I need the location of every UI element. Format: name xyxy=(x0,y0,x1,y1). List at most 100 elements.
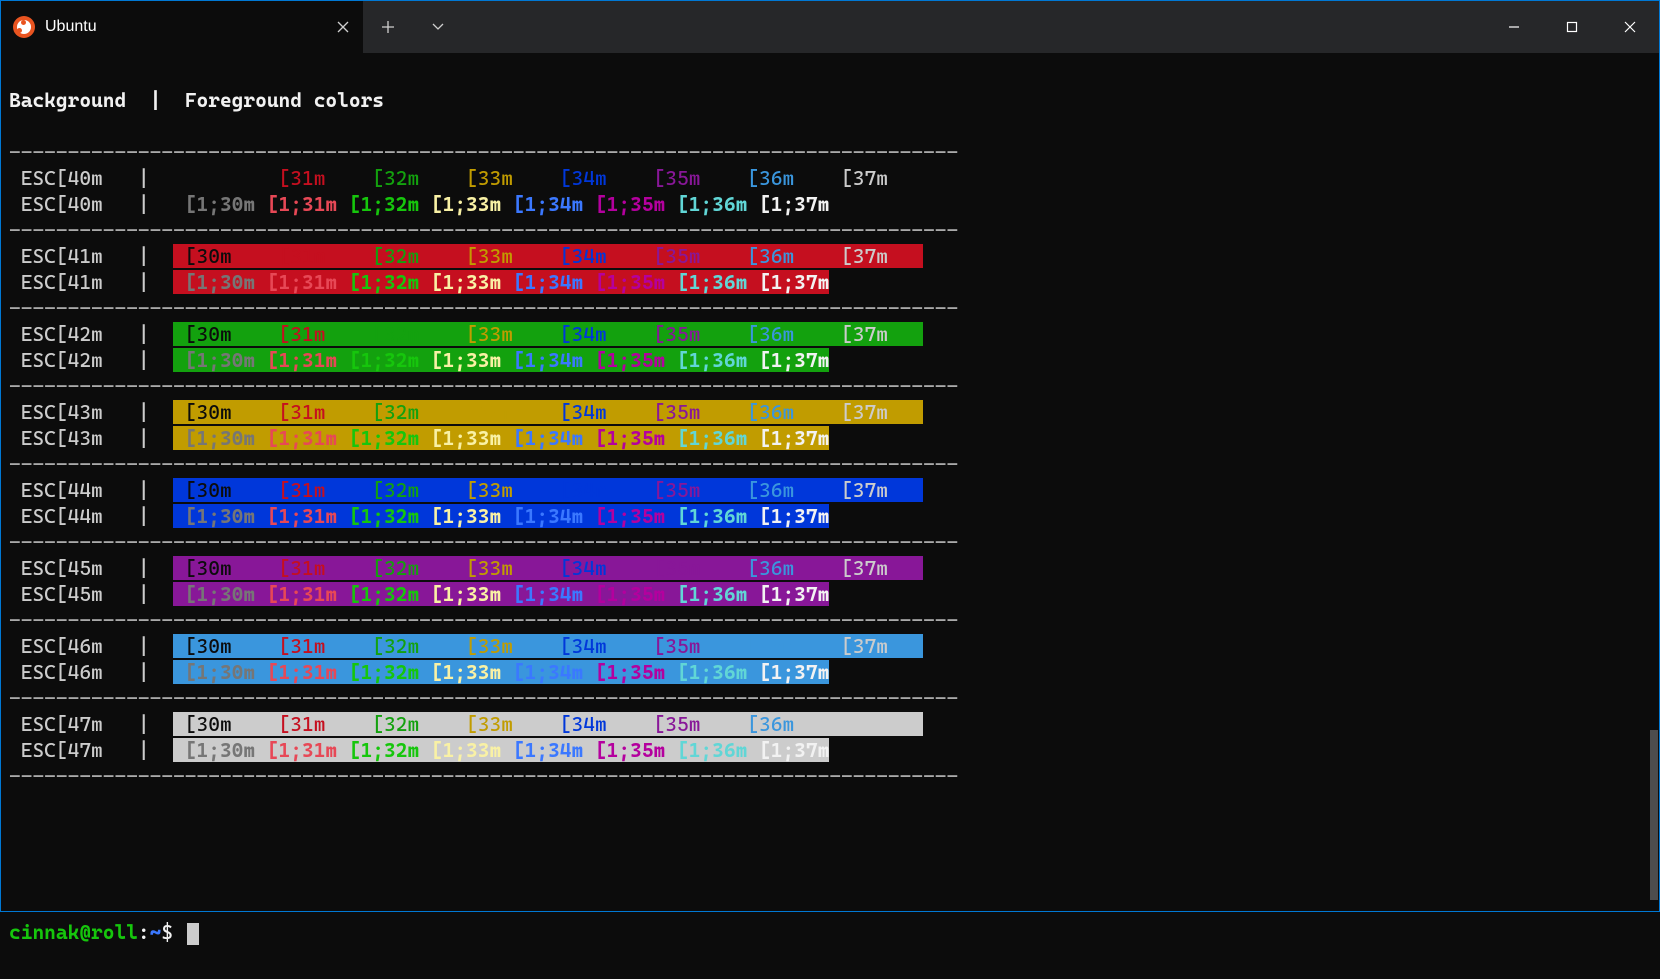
color-row-bg: [1;30m [1;31m [1;32m [1;33m [1;34m [1;35… xyxy=(173,504,829,528)
terminal-output[interactable]: Background | Foreground colors ---------… xyxy=(1,53,1659,979)
fg-cell: [1;35m xyxy=(583,660,665,684)
tab-dropdown-button[interactable] xyxy=(413,1,463,53)
bg-label: ESC[47m xyxy=(9,712,126,736)
fg-cell: [37m xyxy=(829,244,923,268)
tab-close-button[interactable] xyxy=(333,17,353,37)
fg-cell: [1;32m xyxy=(337,192,419,216)
fg-cell: [37m xyxy=(829,634,923,658)
fg-cell: [1;30m xyxy=(173,348,255,372)
fg-cell: [31m xyxy=(267,478,361,502)
bar: | xyxy=(126,660,173,684)
fg-cell: [1;34m xyxy=(501,504,583,528)
bg-label: ESC[43m xyxy=(9,426,126,450)
color-row-bg: [30m [31m [32m [33m [34m [35m [36m [37m xyxy=(173,478,923,502)
color-row: ESC[45m | [1;30m [1;31m [1;32m [1;33m [1… xyxy=(9,581,1651,607)
fg-cell: [31m xyxy=(267,244,361,268)
bar: | xyxy=(126,582,173,606)
color-row: ESC[47m | [1;30m [1;31m [1;32m [1;33m [1… xyxy=(9,737,1651,763)
fg-cell: [1;32m xyxy=(337,660,419,684)
separator: ----------------------------------------… xyxy=(9,139,1651,165)
fg-cell: [1;33m xyxy=(419,270,501,294)
bg-label: ESC[42m xyxy=(9,348,126,372)
fg-cell: [1;30m xyxy=(173,426,255,450)
color-row-bg: [30m [31m [32m [33m [34m [35m [36m [37m xyxy=(173,244,923,268)
fg-cell: [1;37m xyxy=(747,582,829,606)
color-table-header: Background | Foreground colors xyxy=(9,87,1651,113)
fg-cell: [34m xyxy=(548,478,642,502)
scrollbar-thumb[interactable] xyxy=(1650,730,1658,900)
bg-label: ESC[46m xyxy=(9,660,126,684)
fg-cell: [1;31m xyxy=(255,192,337,216)
fg-cell: [35m xyxy=(642,556,736,580)
fg-cell: [30m xyxy=(173,556,267,580)
fg-cell: [1;37m xyxy=(747,348,829,372)
bg-label: ESC[41m xyxy=(9,270,126,294)
ansi-color-table: ----------------------------------------… xyxy=(9,139,1651,789)
fg-cell: [1;36m xyxy=(665,660,747,684)
fg-cell: [1;32m xyxy=(337,738,419,762)
fg-cell: [1;36m xyxy=(665,582,747,606)
color-row-bg: [1;30m [1;31m [1;32m [1;33m [1;34m [1;35… xyxy=(173,660,829,684)
new-tab-button[interactable] xyxy=(363,1,413,53)
ubuntu-icon xyxy=(13,16,35,38)
titlebar: Ubuntu xyxy=(1,1,1659,53)
fg-cell: [34m xyxy=(548,244,642,268)
blank-line xyxy=(9,815,1651,841)
separator: ----------------------------------------… xyxy=(9,685,1651,711)
color-row: ESC[40m | [1;30m [1;31m [1;32m [1;33m [1… xyxy=(9,191,1651,217)
fg-cell: [33m xyxy=(454,712,548,736)
fg-cell: [33m xyxy=(454,634,548,658)
fg-cell: [32m xyxy=(361,634,455,658)
fg-cell: [1;35m xyxy=(583,504,665,528)
fg-cell: [1;33m xyxy=(419,582,501,606)
fg-cell: [1;34m xyxy=(501,348,583,372)
bg-label: ESC[45m xyxy=(9,582,126,606)
separator: ----------------------------------------… xyxy=(9,373,1651,399)
fg-cell: [31m xyxy=(267,556,361,580)
fg-cell: [1;37m xyxy=(747,504,829,528)
tab-ubuntu[interactable]: Ubuntu xyxy=(1,1,363,53)
bar: | xyxy=(126,556,173,580)
color-row-bg: [30m [31m [32m [33m [34m [35m [36m [37m xyxy=(173,556,923,580)
fg-cell: [33m xyxy=(454,400,548,424)
minimize-button[interactable] xyxy=(1485,1,1543,53)
separator: ----------------------------------------… xyxy=(9,451,1651,477)
fg-cell: [1;36m xyxy=(665,426,747,450)
fg-cell: [34m xyxy=(548,400,642,424)
fg-cell: [1;36m xyxy=(665,192,747,216)
bar: | xyxy=(126,192,173,216)
prompt-dollar: $ xyxy=(161,920,184,944)
color-row-bg: [30m [31m [32m [33m [34m [35m [36m [37m xyxy=(173,322,923,346)
fg-cell: [1;33m xyxy=(419,348,501,372)
fg-cell: [32m xyxy=(361,556,455,580)
fg-cell: [33m xyxy=(454,556,548,580)
color-row: ESC[44m | [1;30m [1;31m [1;32m [1;33m [1… xyxy=(9,503,1651,529)
color-row: ESC[42m | [30m [31m [32m [33m [34m [35m … xyxy=(9,321,1651,347)
color-row-bg: [1;30m [1;31m [1;32m [1;33m [1;34m [1;35… xyxy=(173,582,829,606)
bar: | xyxy=(126,478,173,502)
fg-cell: [1;33m xyxy=(419,192,501,216)
maximize-button[interactable] xyxy=(1543,1,1601,53)
fg-cell: [32m xyxy=(361,244,455,268)
fg-cell: [1;31m xyxy=(255,348,337,372)
fg-cell: [33m xyxy=(454,244,548,268)
color-row-bg: [31m [32m [33m [34m [35m [36m [37m xyxy=(173,166,923,190)
prompt-line[interactable]: cinnak@roll:~$ xyxy=(9,919,1651,945)
titlebar-spacer xyxy=(463,1,1485,53)
prompt-colon: : xyxy=(138,920,150,944)
bg-label: ESC[40m xyxy=(9,166,126,190)
prompt-path: ~ xyxy=(150,920,162,944)
fg-cell: [1;30m xyxy=(173,504,255,528)
close-window-button[interactable] xyxy=(1601,1,1659,53)
bg-label: ESC[44m xyxy=(9,478,126,502)
bar: | xyxy=(126,712,173,736)
fg-cell: [33m xyxy=(454,478,548,502)
fg-cell: [36m xyxy=(736,166,830,190)
color-row-bg: [1;30m [1;31m [1;32m [1;33m [1;34m [1;35… xyxy=(173,192,829,216)
fg-cell: [36m xyxy=(736,478,830,502)
fg-cell: [34m xyxy=(548,556,642,580)
fg-cell: [34m xyxy=(548,322,642,346)
bg-label: ESC[40m xyxy=(9,192,126,216)
color-row-bg: [1;30m [1;31m [1;32m [1;33m [1;34m [1;35… xyxy=(173,348,829,372)
fg-cell xyxy=(173,166,267,190)
